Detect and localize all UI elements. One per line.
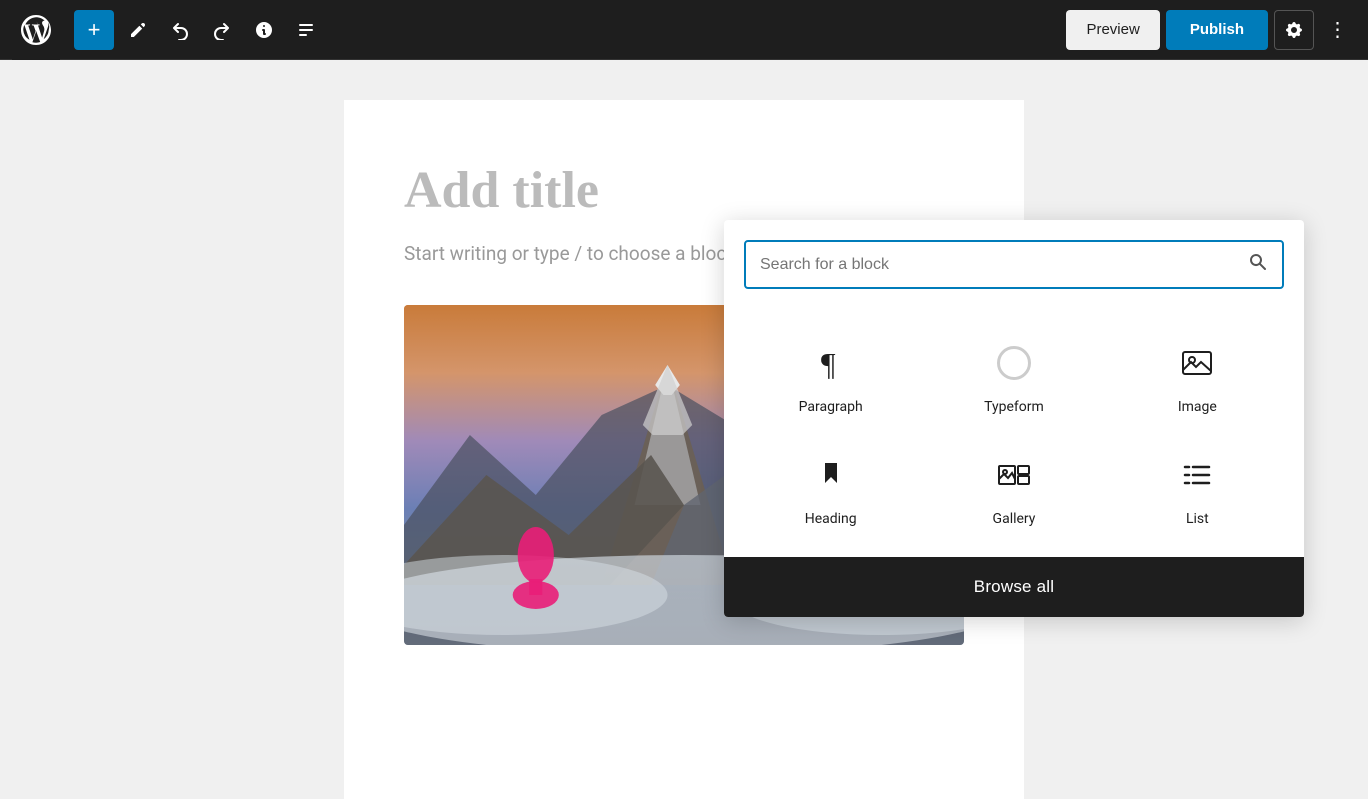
typeform-icon xyxy=(990,339,1038,387)
search-input-wrapper xyxy=(744,240,1284,289)
wordpress-logo xyxy=(12,0,60,60)
gallery-label: Gallery xyxy=(993,511,1036,527)
image-icon xyxy=(1173,339,1221,387)
toolbar: + Preview Publish ⋮ xyxy=(0,0,1368,60)
info-button[interactable] xyxy=(246,12,282,48)
edit-button[interactable] xyxy=(120,12,156,48)
heading-label: Heading xyxy=(805,511,857,527)
list-view-button[interactable] xyxy=(288,12,324,48)
add-block-toolbar-button[interactable]: + xyxy=(74,10,114,50)
heading-icon xyxy=(807,451,855,499)
editor-area: Add title Start writing or type / to cho… xyxy=(0,60,1368,799)
block-search-input[interactable] xyxy=(760,256,1240,274)
browse-all-button[interactable]: Browse all xyxy=(724,557,1304,617)
list-icon xyxy=(1173,451,1221,499)
redo-button[interactable] xyxy=(204,12,240,48)
typeform-label: Typeform xyxy=(984,399,1044,415)
gallery-icon xyxy=(990,451,1038,499)
undo-button[interactable] xyxy=(162,12,198,48)
block-item-typeform[interactable]: Typeform xyxy=(927,329,1100,425)
more-options-button[interactable]: ⋮ xyxy=(1320,12,1356,48)
settings-button[interactable] xyxy=(1274,10,1314,50)
block-item-heading[interactable]: Heading xyxy=(744,441,917,537)
block-item-gallery[interactable]: Gallery xyxy=(927,441,1100,537)
block-inserter-popup: ¶ Paragraph Typeform xyxy=(724,220,1304,617)
list-label: List xyxy=(1186,511,1209,527)
block-item-paragraph[interactable]: ¶ Paragraph xyxy=(744,329,917,425)
block-item-list[interactable]: List xyxy=(1111,441,1284,537)
publish-button[interactable]: Publish xyxy=(1166,10,1268,50)
inserter-search-section xyxy=(724,220,1304,305)
inserter-blocks-grid: ¶ Paragraph Typeform xyxy=(724,305,1304,557)
block-item-image[interactable]: Image xyxy=(1111,329,1284,425)
post-title[interactable]: Add title xyxy=(404,160,964,222)
paragraph-icon: ¶ xyxy=(807,339,855,387)
svg-text:¶: ¶ xyxy=(821,346,836,381)
search-icon xyxy=(1248,252,1268,277)
image-label: Image xyxy=(1178,399,1217,415)
paragraph-label: Paragraph xyxy=(799,399,863,415)
preview-button[interactable]: Preview xyxy=(1066,10,1159,50)
